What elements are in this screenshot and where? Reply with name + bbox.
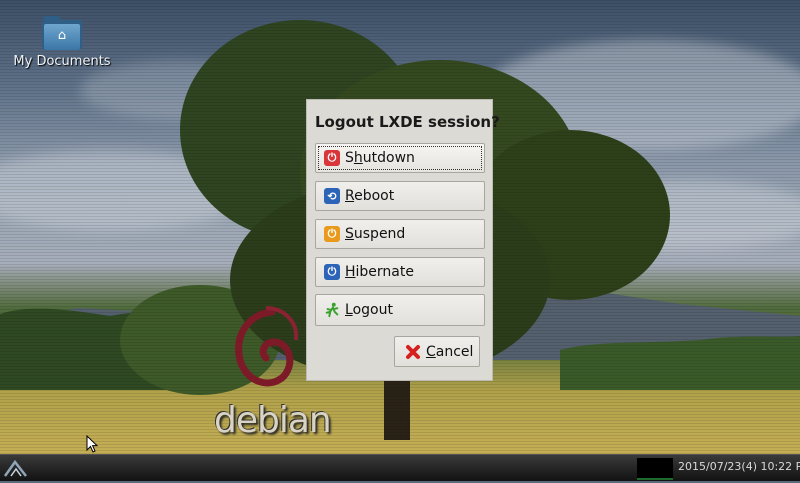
suspend-icon: ⏻ [324, 226, 340, 242]
folder-home-icon: ⌂ [42, 16, 82, 50]
hibernate-button[interactable]: ⏻ Hibernate [315, 257, 485, 287]
logout-label: Logout [345, 302, 393, 318]
tray-monitor-widget[interactable] [637, 458, 673, 480]
shutdown-icon: ⏻ [324, 150, 340, 166]
desktop-icon-label: My Documents [13, 54, 111, 69]
mouse-cursor-icon [86, 435, 99, 453]
cancel-label: Cancel [426, 343, 474, 360]
shutdown-label: Shutdown [345, 150, 415, 166]
hibernate-label: Hibernate [345, 264, 414, 280]
reboot-icon: ⟲ [324, 188, 340, 204]
debian-swirl-logo [235, 306, 299, 387]
cancel-button[interactable]: Cancel [394, 336, 480, 367]
debian-logo-text: debian [214, 400, 332, 441]
logout-icon [324, 302, 340, 318]
hibernate-icon: ⏻ [324, 264, 340, 280]
shutdown-button[interactable]: ⏻ Shutdown [315, 143, 485, 173]
lxde-menu-icon[interactable] [2, 457, 30, 479]
taskbar-clock[interactable]: 2015/07/23(4) 10:22 PM [678, 460, 800, 473]
logout-button[interactable]: Logout [315, 294, 485, 326]
suspend-button[interactable]: ⏻ Suspend [315, 219, 485, 249]
reboot-label: Reboot [345, 188, 395, 204]
dialog-separator [315, 429, 485, 431]
dialog-title: Logout LXDE session? [315, 113, 500, 131]
reboot-button[interactable]: ⟲ Reboot [315, 181, 485, 211]
suspend-label: Suspend [345, 226, 406, 242]
cancel-icon [404, 343, 422, 361]
desktop-icon-my-documents[interactable]: ⌂ My Documents [10, 16, 114, 69]
taskbar: 2015/07/23(4) 10:22 PM [0, 454, 800, 481]
